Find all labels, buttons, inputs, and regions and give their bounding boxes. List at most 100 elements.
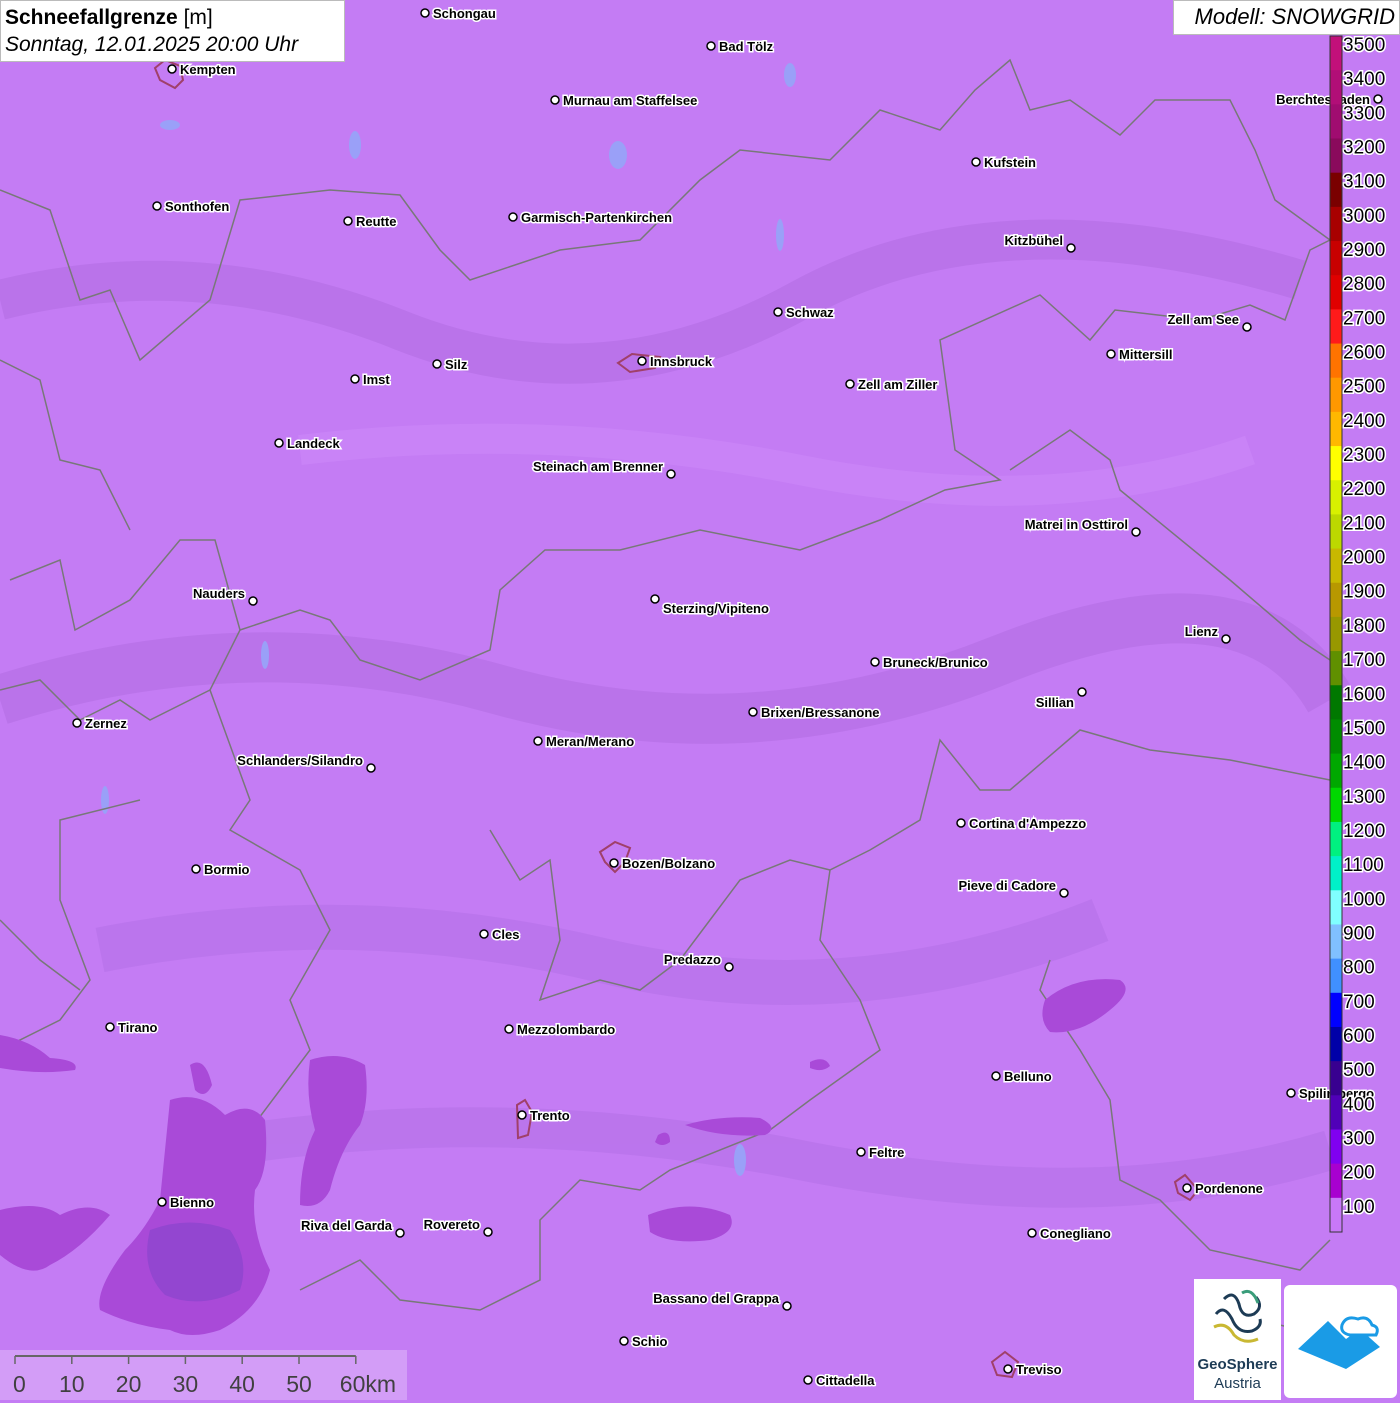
app-logo[interactable] xyxy=(1284,1285,1397,1398)
city-label: Belluno xyxy=(1004,1069,1052,1084)
city-marker xyxy=(152,201,162,211)
legend-swatch xyxy=(1330,104,1342,140)
legend-label: 1800 xyxy=(1343,616,1385,637)
map-unit: [m] xyxy=(183,6,213,29)
legend-swatch xyxy=(1330,206,1342,242)
city-marker xyxy=(248,596,258,606)
city-label: Steinach am Brenner xyxy=(533,459,663,474)
legend-swatch xyxy=(1330,958,1342,994)
legend-label: 1600 xyxy=(1343,684,1385,705)
city-marker xyxy=(157,1197,167,1207)
legend-swatch xyxy=(1330,821,1342,857)
legend-swatch xyxy=(1330,70,1342,105)
legend-label: 2500 xyxy=(1343,377,1385,398)
city-marker xyxy=(845,379,855,389)
legend-label: 2700 xyxy=(1343,308,1385,329)
city-label: Riva del Garda xyxy=(301,1218,393,1233)
city-marker xyxy=(1182,1183,1192,1193)
legend-label: 2600 xyxy=(1343,343,1385,364)
city-marker xyxy=(1106,349,1116,359)
city-marker xyxy=(1027,1228,1037,1238)
city-marker xyxy=(191,864,201,874)
city-label: Kufstein xyxy=(984,155,1036,170)
city-pordenone: Pordenone xyxy=(1182,1180,1264,1198)
legend-swatch xyxy=(1330,446,1342,481)
legend-label: 3500 xyxy=(1343,35,1385,56)
city-label: Bormio xyxy=(204,862,250,877)
legend-swatch xyxy=(1330,1061,1342,1096)
city-marker xyxy=(395,1228,405,1238)
legend-label: 3000 xyxy=(1343,206,1385,227)
city-label: Rovereto xyxy=(424,1217,480,1232)
city-conegliano: Conegliano xyxy=(1027,1225,1112,1243)
city-marker xyxy=(666,469,676,479)
city-marker xyxy=(504,1024,514,1034)
city-mezzolombardo: Mezzolombardo xyxy=(504,1021,617,1039)
legend-label: 400 xyxy=(1343,1094,1375,1115)
city-marker xyxy=(1221,634,1231,644)
city-marker xyxy=(856,1147,866,1157)
city-label: Predazzo xyxy=(664,952,721,967)
legend-label: 200 xyxy=(1343,1163,1375,1184)
city-marker xyxy=(706,41,716,51)
city-label: Innsbruck xyxy=(650,354,713,369)
title-panel: Schneefallgrenze [m] Sonntag, 12.01.2025… xyxy=(0,0,345,62)
city-label: Matrei in Osttirol xyxy=(1025,517,1128,532)
legend-label: 800 xyxy=(1343,958,1375,979)
legend-swatch xyxy=(1330,1197,1342,1233)
legend-label: 600 xyxy=(1343,1026,1375,1047)
legend-swatch xyxy=(1330,480,1342,515)
city-label: Sonthofen xyxy=(165,199,229,214)
city-label: Bozen/Bolzano xyxy=(622,856,715,871)
legend-label: 1900 xyxy=(1343,582,1385,603)
city-zell-am-ziller: Zell am Ziller xyxy=(845,376,939,394)
snowfall-map[interactable]: Schongau Bad Tölz Kempten Murnau am Staffel… xyxy=(0,0,1400,1400)
legend-swatch xyxy=(1330,992,1342,1028)
legend-label: 1000 xyxy=(1343,889,1385,910)
city-marker xyxy=(167,64,177,74)
city-label: Cles xyxy=(492,927,519,942)
city-bruneck-brunico: Bruneck/Brunico xyxy=(870,654,989,672)
geosphere-name: GeoSphere xyxy=(1197,1356,1278,1373)
city-label: Kempten xyxy=(180,62,236,77)
map-title: Schneefallgrenze xyxy=(5,6,178,29)
city-marker xyxy=(420,8,430,18)
scale-bar-panel xyxy=(0,1350,407,1400)
city-marker xyxy=(724,962,734,972)
city-label: Zell am Ziller xyxy=(858,377,937,392)
city-marker xyxy=(971,157,981,167)
city-marker xyxy=(1373,94,1383,104)
geosphere-logo[interactable]: GeoSphere Austria xyxy=(1194,1279,1281,1400)
legend-swatch xyxy=(1330,685,1342,720)
city-label: Mittersill xyxy=(1119,347,1172,362)
city-marker xyxy=(343,216,353,226)
city-label: Silz xyxy=(445,357,468,372)
legend-swatch xyxy=(1330,924,1342,960)
city-label: Mezzolombardo xyxy=(517,1022,615,1037)
city-marker xyxy=(1003,1364,1013,1374)
city-bozen-bolzano: Bozen/Bolzano xyxy=(609,855,717,873)
legend-label: 1300 xyxy=(1343,787,1385,808)
city-marker xyxy=(619,1336,629,1346)
legend-swatch xyxy=(1330,377,1342,413)
geosphere-country: Austria xyxy=(1214,1375,1261,1392)
legend-swatch xyxy=(1330,1163,1342,1199)
legend-label: 3300 xyxy=(1343,103,1385,124)
city-label: Schio xyxy=(632,1334,667,1349)
legend-label: 500 xyxy=(1343,1060,1375,1081)
legend-swatch xyxy=(1330,36,1342,71)
city-marker xyxy=(533,736,543,746)
legend-swatch xyxy=(1330,309,1342,345)
city-marker xyxy=(105,1022,115,1032)
legend-swatch xyxy=(1330,411,1342,447)
legend-label: 2400 xyxy=(1343,411,1385,432)
legend-label: 2800 xyxy=(1343,274,1385,295)
city-label: Bassano del Grappa xyxy=(653,1291,779,1306)
legend-swatch xyxy=(1330,138,1342,174)
city-marker xyxy=(366,763,376,773)
city-marker xyxy=(432,359,442,369)
city-marker xyxy=(517,1110,527,1120)
legend-label: 2000 xyxy=(1343,548,1385,569)
city-label: Zernez xyxy=(85,716,127,731)
legend-label: 3400 xyxy=(1343,69,1385,90)
